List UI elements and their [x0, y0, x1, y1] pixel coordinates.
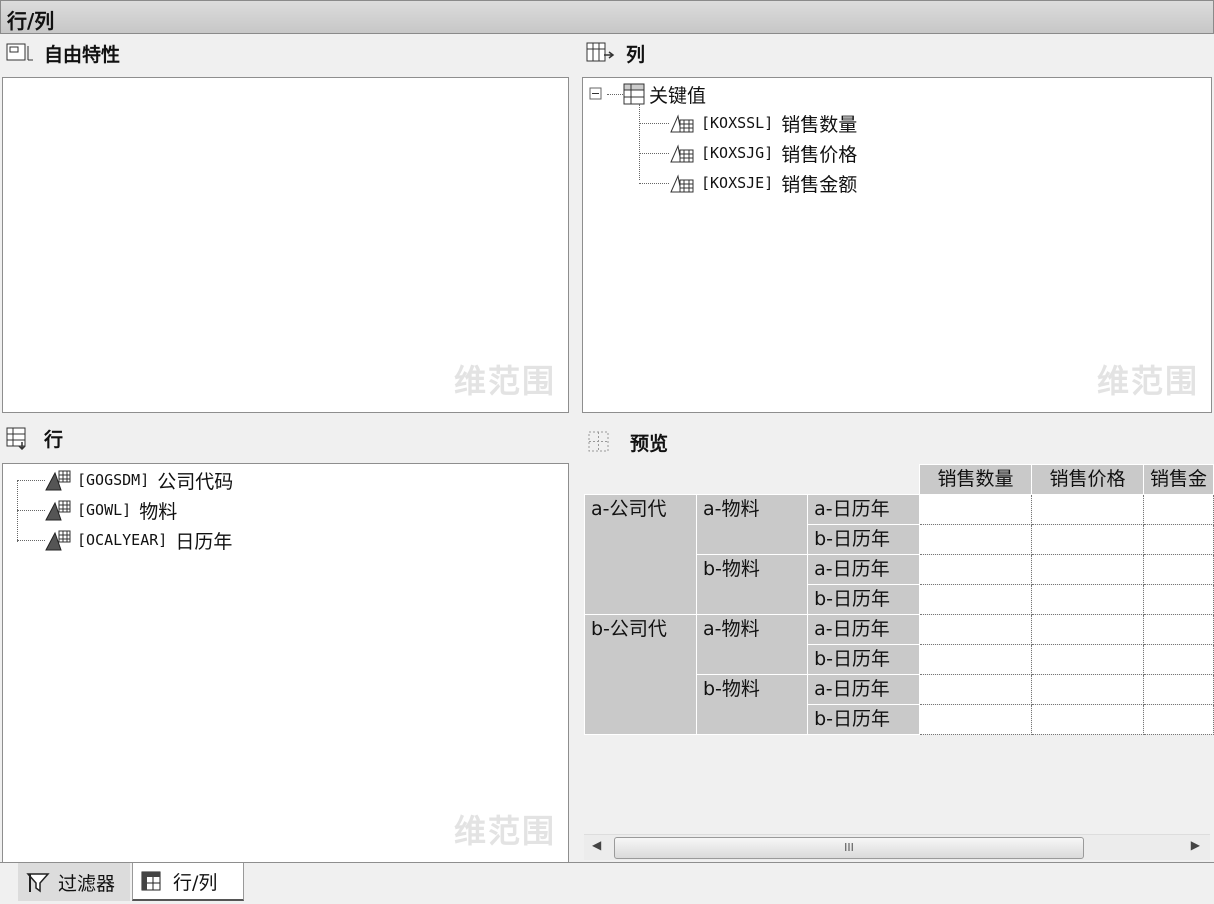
preview-material-cell: b-物料: [695, 554, 809, 615]
tab-filter[interactable]: 过滤器: [18, 863, 130, 901]
row-item-code: [OCALYEAR]: [77, 531, 168, 549]
column-item-code: [KOXSJE]: [701, 174, 774, 192]
preview-label: 预览: [630, 432, 669, 455]
preview-year-cell: b-日历年: [807, 584, 921, 615]
scroll-left-icon[interactable]: ◀: [592, 838, 601, 852]
rowcol-icon: [141, 871, 161, 891]
free-chars-icon: [6, 43, 33, 61]
table-row: b-公司代 a-物料 a-日历年: [584, 614, 1214, 735]
columns-watermark: 维范围: [1096, 362, 1199, 400]
column-item-name: 销售金额: [781, 173, 858, 196]
rows-watermark: 维范围: [453, 812, 556, 850]
characteristic-icon: [45, 500, 71, 521]
column-item-name: 销售价格: [781, 143, 858, 166]
free-chars-header: 自由特性: [6, 36, 120, 70]
row-item[interactable]: [GOGSDM] 公司代码: [17, 466, 233, 494]
rows-panel[interactable]: [GOGSDM] 公司代码 [GOWL] 物料 [OCALYEAR] 日历年 维…: [2, 463, 569, 863]
free-chars-label: 自由特性: [44, 43, 121, 66]
preview-year-cell: a-日历年: [807, 554, 921, 585]
window-title: 行/列: [7, 9, 55, 33]
characteristic-icon: [45, 470, 71, 491]
preview-year-cell: b-日历年: [807, 644, 921, 675]
free-chars-watermark: 维范围: [453, 362, 556, 400]
characteristic-icon: [45, 530, 71, 551]
row-item-code: [GOWL]: [77, 501, 132, 519]
key-figure-icon: [670, 114, 694, 133]
preview-material-cell: a-物料: [695, 614, 809, 675]
columns-panel[interactable]: 关键值 [KOXSSL] 销售数量 [KOXSJG] 销售价格 [KOXSJE]…: [582, 77, 1212, 413]
bottom-tab-bar: 过滤器 行/列: [0, 862, 1214, 904]
tab-filter-label: 过滤器: [58, 872, 116, 895]
column-item[interactable]: [KOXSSL] 销售数量: [639, 109, 857, 137]
table-row: a-公司代 a-物料 a-日历年: [584, 494, 1214, 615]
preview-icon: [588, 431, 609, 452]
preview-year-cell: a-日历年: [807, 494, 921, 525]
column-item-name: 销售数量: [781, 113, 858, 136]
preview-year-cell: b-日历年: [807, 704, 921, 735]
row-item-code: [GOGSDM]: [77, 471, 150, 489]
preview-company-cell: a-公司代: [584, 494, 697, 615]
columns-label: 列: [626, 43, 646, 66]
tab-rowcol[interactable]: 行/列: [132, 863, 244, 901]
key-figures-icon: [623, 83, 645, 105]
preview-year-cell: a-日历年: [807, 674, 921, 705]
preview-table: 销售数量 销售价格 销售金 a-公司代 a-物料 a-日历年 b-日历年 b-物…: [584, 464, 1214, 735]
preview-material-cell: a-物料: [695, 494, 809, 555]
columns-root-node[interactable]: 关键值: [589, 80, 706, 108]
preview-year-cell: b-日历年: [807, 524, 921, 555]
tab-rowcol-label: 行/列: [173, 871, 218, 894]
key-figures-label: 关键值: [649, 84, 707, 107]
rows-icon: [6, 427, 26, 450]
preview-col-header: 销售金: [1142, 464, 1214, 495]
row-item-name: 公司代码: [157, 470, 234, 493]
row-item-name: 日历年: [175, 530, 233, 553]
columns-icon: [586, 42, 615, 62]
rows-header: 行: [6, 421, 63, 455]
row-item-name: 物料: [139, 500, 178, 523]
window-title-bar: 行/列: [0, 0, 1214, 34]
key-figure-icon: [670, 174, 694, 193]
preview-material-cell: b-物料: [695, 674, 809, 735]
preview-company-cell: b-公司代: [584, 614, 697, 735]
preview-year-cell: a-日历年: [807, 614, 921, 645]
column-item[interactable]: [KOXSJE] 销售金额: [639, 169, 857, 197]
scrollbar-thumb[interactable]: III: [614, 837, 1084, 859]
scroll-right-icon[interactable]: ▶: [1191, 838, 1200, 852]
free-chars-panel[interactable]: 维范围: [2, 77, 569, 413]
filter-icon: [26, 873, 50, 893]
preview-header: 预览: [588, 425, 668, 459]
key-figure-icon: [670, 144, 694, 163]
rows-label: 行: [44, 428, 64, 451]
preview-col-header: 销售数量: [919, 464, 1032, 495]
preview-col-header: 销售价格: [1030, 464, 1144, 495]
column-item[interactable]: [KOXSJG] 销售价格: [639, 139, 857, 167]
scrollbar-grip: III: [844, 841, 854, 854]
collapse-icon[interactable]: [589, 87, 603, 101]
preview-horizontal-scrollbar[interactable]: ◀ III ▶: [584, 834, 1210, 860]
columns-header: 列: [586, 36, 645, 70]
row-item[interactable]: [GOWL] 物料: [17, 496, 177, 524]
column-item-code: [KOXSJG]: [701, 144, 774, 162]
preview-header-row: 销售数量 销售价格 销售金: [585, 464, 1214, 495]
column-item-code: [KOXSSL]: [701, 114, 774, 132]
row-item[interactable]: [OCALYEAR] 日历年: [17, 526, 232, 554]
